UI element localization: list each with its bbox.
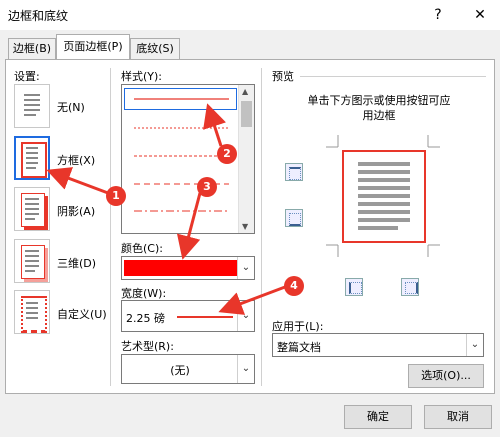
callout-3: 3 [197, 177, 217, 197]
annotation-arrows [46, 103, 286, 315]
callout-1: 1 [106, 186, 126, 206]
callout-2: 2 [217, 144, 237, 164]
callout-4: 4 [284, 276, 304, 296]
